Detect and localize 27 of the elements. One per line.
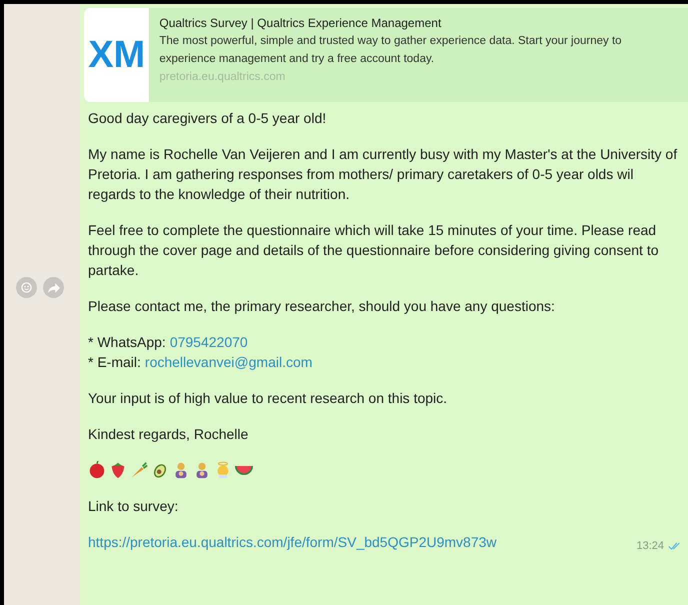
message-text: Good day caregivers of a 0-5 year old! xyxy=(88,109,328,128)
smiley-icon xyxy=(21,282,32,293)
message-text: Feel free to complete the questionnaire which will take 15 minutes of your time. Please read through the cover page and details of the questionnaire before considering giving consent to partake. xyxy=(88,221,660,280)
apple-icon xyxy=(88,461,106,479)
watermelon-icon xyxy=(235,466,253,474)
carrot-icon xyxy=(130,461,148,479)
message-time: 13:24 xyxy=(636,539,664,554)
contact-link[interactable]: 0795422070 xyxy=(170,332,248,352)
avocado-icon xyxy=(151,461,169,479)
preview-description: The most powerful, simple and trusted way to gather experience data. Start your journey to experience management and try a free account today. xyxy=(159,34,623,67)
link-preview-card[interactable] xyxy=(84,8,688,102)
preview-domain: pretoria.eu.qualtrics.com xyxy=(159,70,286,85)
forward-button[interactable] xyxy=(43,277,64,298)
brand-logo: XM xyxy=(87,33,146,77)
forward-arrow-icon xyxy=(48,282,60,292)
survey-link[interactable]: https://pretoria.eu.qualtrics.com/jfe/form/SV_bd5QGP2U9mv873w xyxy=(88,532,497,552)
message-text: Please contact me, the primary researcher, should you have any questions: xyxy=(88,297,556,316)
preview-title: Qualtrics Survey | Qualtrics Experience Management xyxy=(159,15,442,32)
message-text: Link to survey: xyxy=(88,497,180,516)
contact-label: * E-mail: xyxy=(88,353,141,372)
strawberry-icon xyxy=(109,461,127,479)
message-text: Your input is of high value to recent research on this topic. xyxy=(88,389,448,408)
emoji-reaction-button[interactable] xyxy=(16,277,37,298)
message-text: Kindest regards, Rochelle xyxy=(88,425,250,444)
contact-link[interactable]: rochellevanvei@gmail.com xyxy=(144,352,312,372)
contact-label: * WhatsApp: xyxy=(88,333,166,352)
message-text: My name is Rochelle Van Veijeren and I am currently busy with my Master's at the University of Pretoria. I am gathering responses from mothers/ primary caretakers of 0-5 year olds wil regards to the knowledge of their nutrition. xyxy=(88,145,678,204)
